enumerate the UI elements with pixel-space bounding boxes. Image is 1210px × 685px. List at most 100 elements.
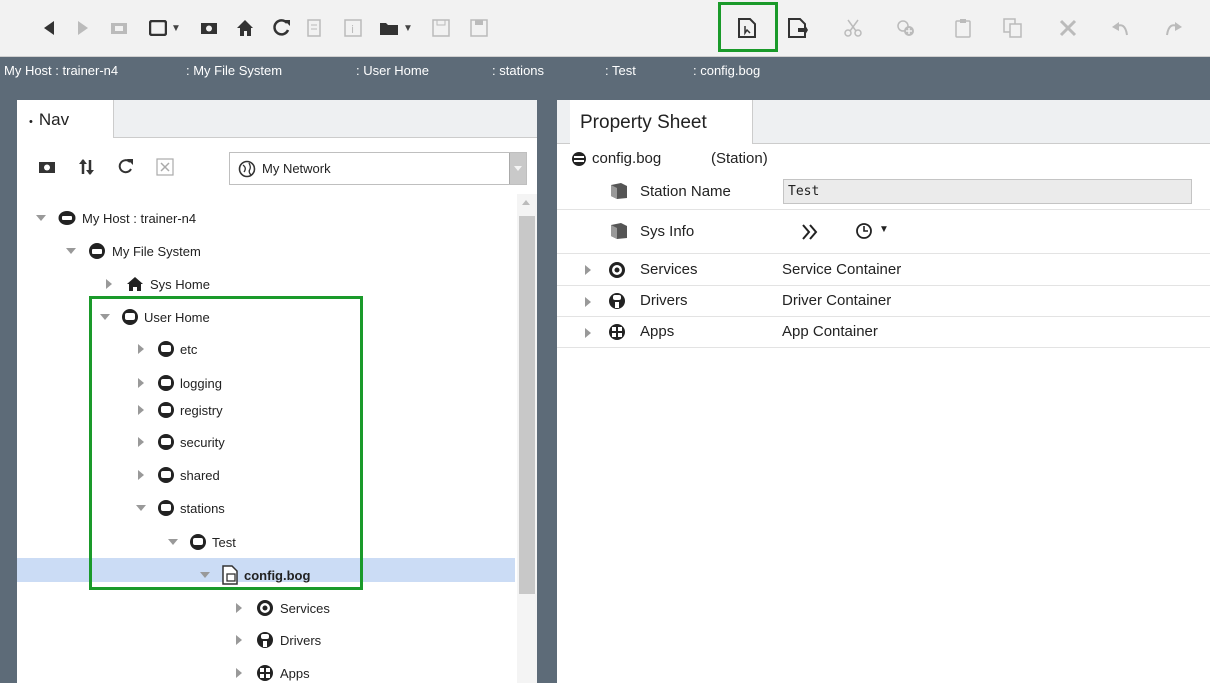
apps-icon (609, 324, 625, 340)
expand-toggle-icon[interactable] (583, 328, 593, 338)
nav-scroll-thumb[interactable] (519, 216, 535, 594)
property-value: Driver Container (782, 292, 892, 309)
nav-sort-icon[interactable] (78, 158, 96, 181)
redo-icon[interactable] (1160, 12, 1186, 44)
capture-icon[interactable] (196, 12, 222, 44)
breadcrumb-user-home[interactable]: : User Home (356, 63, 429, 78)
cut-icon[interactable] (840, 12, 866, 44)
nav-tab-label: Nav (38, 110, 70, 129)
back-arrow-icon[interactable] (38, 12, 60, 44)
property-slot-icon (611, 223, 627, 239)
clock-icon[interactable] (855, 222, 873, 240)
chevron-down-icon[interactable] (509, 153, 526, 184)
property-row-services[interactable]: Services Service Container (557, 254, 1210, 286)
services-icon (257, 600, 273, 616)
breadcrumb-test[interactable]: : Test (605, 63, 636, 78)
svg-text:i: i (351, 23, 354, 36)
property-value: Service Container (782, 261, 902, 278)
property-name: Sys Info (640, 223, 695, 240)
save-all-icon[interactable] (466, 12, 492, 44)
tree-item-label: My Host : trainer-n4 (82, 210, 197, 226)
property-row-sys-info: Sys Info ▼ (557, 210, 1210, 254)
prop-tab-strip (753, 100, 1210, 144)
breadcrumb: My Host : trainer-n4 : My File System : … (0, 57, 1210, 86)
open-folder-dropdown[interactable]: ▼ (376, 12, 416, 44)
action-invoke-icon[interactable] (800, 222, 820, 242)
breadcrumb-host[interactable]: My Host : trainer-n4 (4, 63, 118, 78)
property-root-label: config.bog (592, 150, 662, 167)
property-row-apps[interactable]: Apps App Container (557, 317, 1210, 348)
station-name-input[interactable]: Test (783, 179, 1192, 204)
nav-tab[interactable]: • Nav (17, 100, 114, 138)
info-icon[interactable]: i (340, 12, 366, 44)
expand-toggle-icon[interactable] (66, 246, 76, 256)
clock-dropdown-icon[interactable]: ▼ (879, 224, 889, 235)
nav-refresh-icon[interactable] (116, 158, 134, 181)
tree-item-label: My File System (112, 243, 201, 259)
toolbar: ▼ i ▼ (0, 0, 1210, 57)
doc-icon[interactable] (302, 12, 328, 44)
paste-icon[interactable] (950, 12, 976, 44)
link-icon[interactable] (893, 12, 919, 44)
tree-item-my-host[interactable]: My Host : trainer-n4 (36, 206, 196, 230)
expand-toggle-icon[interactable] (583, 265, 593, 275)
property-row-drivers[interactable]: Drivers Driver Container (557, 286, 1210, 317)
tree-item-services[interactable]: Services (234, 596, 330, 620)
prop-tab-strip-left (557, 100, 570, 144)
scroll-up-arrow-icon[interactable] (522, 200, 530, 205)
nav-close-icon[interactable] (156, 158, 174, 181)
refresh-icon[interactable] (268, 12, 294, 44)
services-icon (609, 262, 625, 278)
tree-item-label: Drivers (280, 632, 322, 648)
property-name: Drivers (640, 292, 688, 309)
home-icon (127, 277, 143, 291)
drivers-icon (609, 293, 625, 309)
save-icon[interactable] (428, 12, 454, 44)
property-value: App Container (782, 323, 878, 340)
property-name: Station Name (640, 183, 731, 200)
tree-item-label: Sys Home (150, 276, 210, 292)
toolbar-highlight-box (718, 2, 778, 52)
tree-item-label: Apps (280, 665, 310, 681)
window-icon (149, 20, 168, 36)
expand-toggle-icon[interactable] (104, 279, 114, 289)
expand-toggle-icon[interactable] (583, 297, 593, 307)
breadcrumb-config-bog[interactable]: : config.bog (693, 63, 760, 78)
property-name: Apps (640, 323, 675, 340)
folder-icon[interactable] (106, 12, 132, 44)
breadcrumb-stations[interactable]: : stations (492, 63, 544, 78)
expand-toggle-icon[interactable] (36, 213, 46, 223)
home-icon[interactable] (232, 12, 258, 44)
tree-item-my-file-system[interactable]: My File System (66, 239, 201, 263)
file-system-icon (89, 243, 105, 259)
window-dropdown[interactable]: ▼ (145, 12, 185, 44)
tree-item-sys-home[interactable]: Sys Home (104, 272, 210, 296)
property-root-type: (Station) (711, 150, 768, 167)
host-icon (58, 211, 76, 225)
expand-toggle-icon[interactable] (234, 635, 244, 645)
duplicate-icon[interactable] (1000, 12, 1026, 44)
network-select[interactable]: My Network (229, 152, 527, 185)
property-sheet-tab-label: Property Sheet (580, 112, 707, 133)
property-slot-icon (611, 183, 627, 199)
tree-item-apps[interactable]: Apps (234, 661, 310, 685)
nav-new-folder-icon[interactable] (38, 160, 56, 179)
globe-icon (238, 160, 256, 178)
property-root-row: config.bog (Station) (557, 147, 1210, 172)
nav-tab-chevron-icon[interactable]: • (29, 116, 33, 128)
tree-item-label: Services (280, 600, 330, 616)
undo-icon[interactable] (1108, 12, 1134, 44)
property-sheet-tab[interactable]: Property Sheet (570, 100, 753, 144)
station-icon (572, 152, 586, 166)
expand-toggle-icon[interactable] (234, 668, 244, 678)
apps-icon (257, 665, 273, 681)
delete-icon[interactable] (1055, 12, 1081, 44)
tree-item-drivers[interactable]: Drivers (234, 628, 321, 652)
drivers-icon (257, 632, 273, 648)
breadcrumb-file-system[interactable]: : My File System (186, 63, 282, 78)
network-select-value: My Network (262, 161, 331, 176)
open-folder-icon (380, 23, 399, 35)
forward-arrow-icon[interactable] (72, 12, 94, 44)
export-icon[interactable] (785, 12, 811, 44)
expand-toggle-icon[interactable] (234, 603, 244, 613)
